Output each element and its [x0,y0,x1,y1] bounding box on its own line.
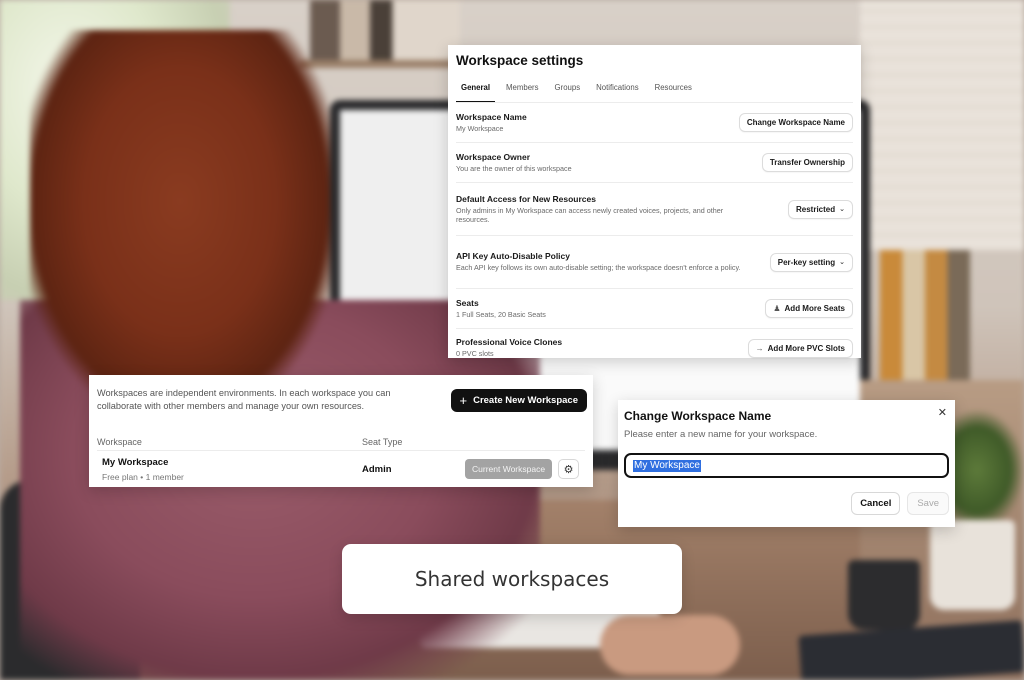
column-header-workspace: Workspace [97,436,142,447]
setting-title: Workspace Name [456,111,527,122]
user-plus-icon: ♟ [773,304,781,313]
workspace-name-input[interactable]: My Workspace [624,453,949,478]
workspace-meta: Free plan • 1 member [102,471,184,482]
button-label: Transfer Ownership [769,158,845,167]
workspaces-intro: Workspaces are independent environments.… [97,388,391,411]
setting-description: You are the owner of this workspace [456,163,572,173]
caption-banner: Shared workspaces [342,544,682,614]
workspaces-table-header: Workspace Seat Type [97,433,585,451]
tab-notifications[interactable]: Notifications [591,79,643,102]
setting-description: 1 Full Seats, 20 Basic Seats [456,309,546,319]
button-label: Change Workspace Name [746,118,845,127]
create-new-workspace-button[interactable]: + Create New Workspace [450,389,587,412]
setting-description: My Workspace [456,123,504,133]
chevron-down-icon: ⌄ [839,206,845,213]
input-value: My Workspace [633,459,701,472]
save-button[interactable]: Save [907,492,949,515]
close-icon[interactable]: ✕ [938,406,947,419]
tab-resources[interactable]: Resources [650,79,697,102]
settings-tabs: General Members Groups Notifications Res… [456,79,853,103]
api-key-policy-select[interactable]: Per-key setting ⌄ [769,252,853,272]
gear-icon: ⚙ [563,463,574,476]
workspace-settings-button[interactable]: ⚙ [558,459,580,479]
change-workspace-name-button[interactable]: Change Workspace Name [738,113,853,132]
setting-row-workspace-owner: Workspace Owner You are the owner of thi… [456,143,853,183]
voice-icon: → [755,343,764,353]
table-row: My Workspace Free plan • 1 member Admin … [97,451,585,487]
plus-icon: + [459,393,468,408]
current-workspace-button[interactable]: Current Workspace [465,459,553,479]
column-header-seat-type: Seat Type [362,436,403,447]
setting-title: Workspace Owner [456,151,531,162]
workspace-settings-panel: Workspace settings General Members Group… [448,45,861,358]
setting-row-default-access: Default Access for New Resources Only ad… [456,183,853,236]
setting-title: Professional Voice Clones [456,337,563,348]
caption-text: Shared workspaces [414,567,610,591]
change-workspace-name-dialog: Change Workspace Name ✕ Please enter a n… [618,400,955,527]
setting-title: Seats [456,297,479,308]
tab-members[interactable]: Members [501,79,544,102]
button-label: Create New Workspace [473,395,578,406]
add-pvc-slots-button[interactable]: → Add More PVC Slots [747,338,853,358]
setting-title: Default Access for New Resources [456,193,596,204]
workspace-name: My Workspace [102,456,169,468]
dialog-subtitle: Please enter a new name for your workspa… [624,429,818,440]
workspaces-card: Workspaces are independent environments.… [89,375,593,487]
tab-groups[interactable]: Groups [550,79,586,102]
select-value: Per-key setting [777,257,836,267]
tab-general[interactable]: General [456,79,496,102]
transfer-ownership-button[interactable]: Transfer Ownership [761,153,853,172]
setting-description: Each API key follows its own auto-disabl… [456,263,741,273]
cancel-button[interactable]: Cancel [851,492,901,515]
seat-type: Admin [362,463,392,475]
setting-row-seats: Seats 1 Full Seats, 20 Basic Seats ♟ Add… [456,289,853,329]
button-label: Add More Seats [784,304,845,313]
setting-description: Only admins in My Workspace can access n… [456,205,724,225]
setting-row-pvc: Professional Voice Clones 0 PVC slots → … [456,329,853,367]
settings-title: Workspace settings [456,53,584,68]
setting-title: API Key Auto-Disable Policy [456,251,570,262]
setting-row-workspace-name: Workspace Name My Workspace Change Works… [456,103,853,143]
default-access-select[interactable]: Restricted ⌄ [788,199,853,219]
add-more-seats-button[interactable]: ♟ Add More Seats [765,299,853,318]
button-label: Add More PVC Slots [767,343,845,353]
setting-row-api-key-policy: API Key Auto-Disable Policy Each API key… [456,236,853,289]
setting-description: 0 PVC slots [456,349,494,359]
select-value: Restricted [796,204,836,214]
dialog-title: Change Workspace Name [624,409,772,423]
chevron-down-icon: ⌄ [839,259,845,266]
